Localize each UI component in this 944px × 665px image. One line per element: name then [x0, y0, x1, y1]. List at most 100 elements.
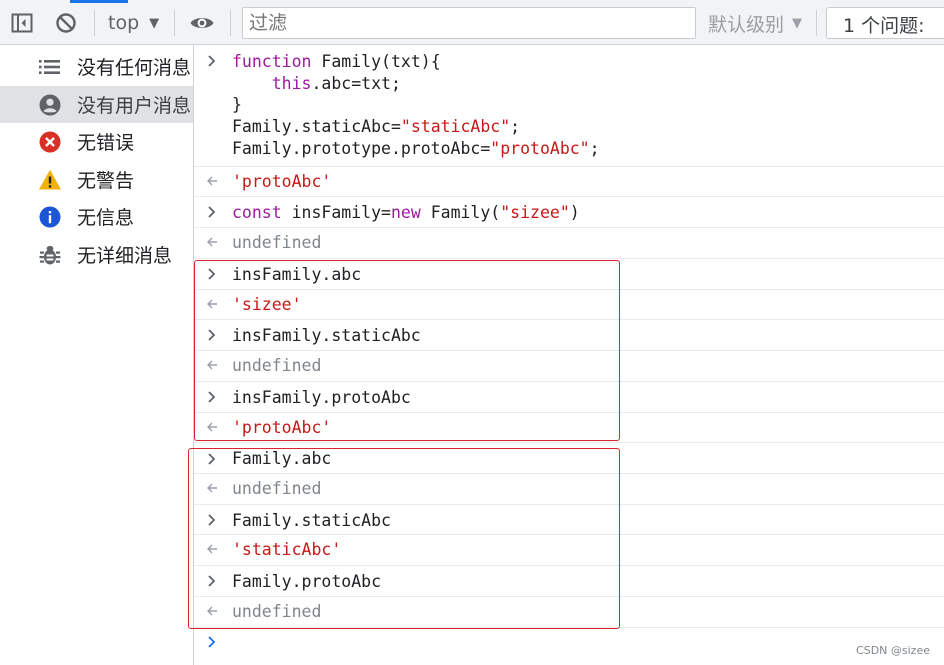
context-selector[interactable]: top ▼: [108, 9, 159, 37]
sidebar-item-info[interactable]: 无信息: [0, 198, 193, 235]
console-prompt[interactable]: [194, 628, 944, 665]
clear-console-button[interactable]: [52, 9, 80, 37]
console-input-row: Family.staticAbc: [194, 505, 944, 535]
info-icon: [38, 205, 62, 229]
sidebar-item-warnings[interactable]: 无警告: [0, 161, 193, 198]
bug-icon: [38, 243, 62, 267]
sidebar-item-all-messages[interactable]: 没有任何消息: [0, 48, 193, 85]
toolbar-divider: [816, 10, 817, 36]
return-arrow-icon: [204, 171, 220, 191]
user-icon: [38, 93, 62, 117]
chevron-right-icon: [204, 51, 220, 71]
toolbar-divider: [94, 10, 95, 36]
filter-input[interactable]: [242, 7, 696, 39]
console-output-row: 'staticAbc': [194, 535, 944, 566]
code-token: ): [569, 203, 580, 222]
code-token: Family.prototype.protoAbc=: [232, 138, 491, 158]
console-output-value: undefined: [232, 479, 322, 498]
console-output-value: undefined: [232, 356, 322, 375]
console-output-value: 'protoAbc': [232, 172, 332, 191]
string-token: "sizee": [500, 203, 570, 222]
console-output-row: undefined: [194, 351, 944, 382]
keyword-token: this: [271, 73, 312, 93]
console-input-row: insFamily.protoAbc: [194, 382, 944, 413]
console-output-row: 'sizee': [194, 290, 944, 320]
return-arrow-icon: [204, 294, 220, 314]
console-output-value: 'protoAbc': [232, 418, 332, 437]
console-input-code: insFamily.staticAbc: [232, 326, 421, 345]
levels-label: 默认级别: [708, 13, 785, 36]
console-output-value: undefined: [232, 602, 322, 621]
sidebar-item-label: 没有用户消息: [77, 95, 192, 117]
console-input-code: insFamily.protoAbc: [232, 388, 411, 407]
active-tab-indicator: [70, 0, 128, 3]
live-expression-button[interactable]: [188, 9, 216, 37]
context-label: top: [108, 12, 140, 34]
console-input-code: insFamily.abc: [232, 265, 362, 284]
keyword-token: new: [390, 203, 421, 222]
prompt-chevron-icon: [204, 632, 220, 652]
console-output-value: undefined: [232, 233, 322, 252]
console-input-row: insFamily.abc: [194, 259, 944, 290]
console-input-code: function Family(txt){ this.abc=txt; } Fa…: [232, 51, 600, 160]
code-token: ;: [589, 138, 600, 158]
console-input-row: function Family(txt){ this.abc=txt; } Fa…: [194, 45, 944, 167]
console-input-row: Family.protoAbc: [194, 566, 944, 597]
sidebar-item-user-messages[interactable]: 没有用户消息: [0, 86, 193, 123]
code-token: insFamily=: [281, 203, 391, 222]
sidebar-item-errors[interactable]: 无错误: [0, 123, 193, 160]
sidebar-toggle-icon: [11, 13, 33, 33]
issues-button[interactable]: 1 个问题:: [826, 7, 944, 39]
log-levels-dropdown[interactable]: 默认级别 ▼: [708, 9, 802, 37]
chevron-right-icon: [204, 387, 220, 407]
return-arrow-icon: [204, 601, 220, 621]
keyword-token: const: [232, 203, 282, 222]
chevron-right-icon: [204, 325, 220, 345]
chevron-down-icon: ▼: [792, 15, 803, 31]
sidebar-item-label: 无错误: [77, 132, 135, 154]
console-input-code: Family.protoAbc: [232, 572, 382, 591]
code-token: Family(txt){: [311, 52, 441, 71]
error-icon: [38, 130, 62, 154]
console-messages: function Family(txt){ this.abc=txt; } Fa…: [188, 45, 944, 665]
return-arrow-icon: [204, 417, 220, 437]
chevron-right-icon: [204, 571, 220, 591]
sidebar-item-label: 无警告: [77, 170, 135, 192]
sidebar-item-label: 无详细消息: [77, 245, 173, 267]
console-input-code: Family.abc: [232, 449, 332, 468]
toggle-sidebar-button[interactable]: [8, 9, 36, 37]
list-icon: [38, 55, 62, 79]
code-token: Family(: [420, 203, 501, 222]
sidebar-item-label: 无信息: [77, 207, 135, 229]
console-output-row: undefined: [194, 228, 944, 259]
sidebar-item-label: 没有任何消息: [77, 57, 192, 79]
console-output-value: 'staticAbc': [232, 540, 342, 559]
block-icon: [56, 13, 76, 33]
chevron-down-icon: ▼: [149, 15, 160, 31]
toolbar-divider: [174, 10, 175, 36]
eye-icon: [190, 18, 214, 28]
chevron-right-icon: [204, 510, 220, 530]
chevron-right-icon: [204, 202, 220, 222]
sidebar-item-verbose[interactable]: 无详细消息: [0, 236, 193, 273]
console-output-row: undefined: [194, 474, 944, 505]
console-input-row: const insFamily=new Family("sizee"): [194, 197, 944, 228]
console-output-value: 'sizee': [232, 295, 302, 314]
console-input-code: const insFamily=new Family("sizee"): [232, 202, 580, 224]
return-arrow-icon: [204, 478, 220, 498]
toolbar-divider: [230, 10, 231, 36]
watermark: CSDN @sizee: [856, 644, 930, 657]
warning-icon: [38, 168, 62, 192]
return-arrow-icon: [204, 232, 220, 252]
string-token: "protoAbc": [490, 138, 590, 158]
code-token: Family.staticAbc=: [232, 117, 401, 137]
keyword-token: function: [232, 52, 312, 71]
string-token: "staticAbc": [400, 117, 511, 137]
console-output-row: undefined: [194, 597, 944, 628]
console-input-row: Family.abc: [194, 443, 944, 474]
chevron-right-icon: [204, 449, 220, 469]
console-sidebar: 没有任何消息 没有用户消息 无错误 无警告 无信息 无详细消息: [0, 45, 194, 665]
console-output-row: 'protoAbc': [194, 413, 944, 443]
return-arrow-icon: [204, 539, 220, 559]
code-token: }: [232, 95, 242, 115]
